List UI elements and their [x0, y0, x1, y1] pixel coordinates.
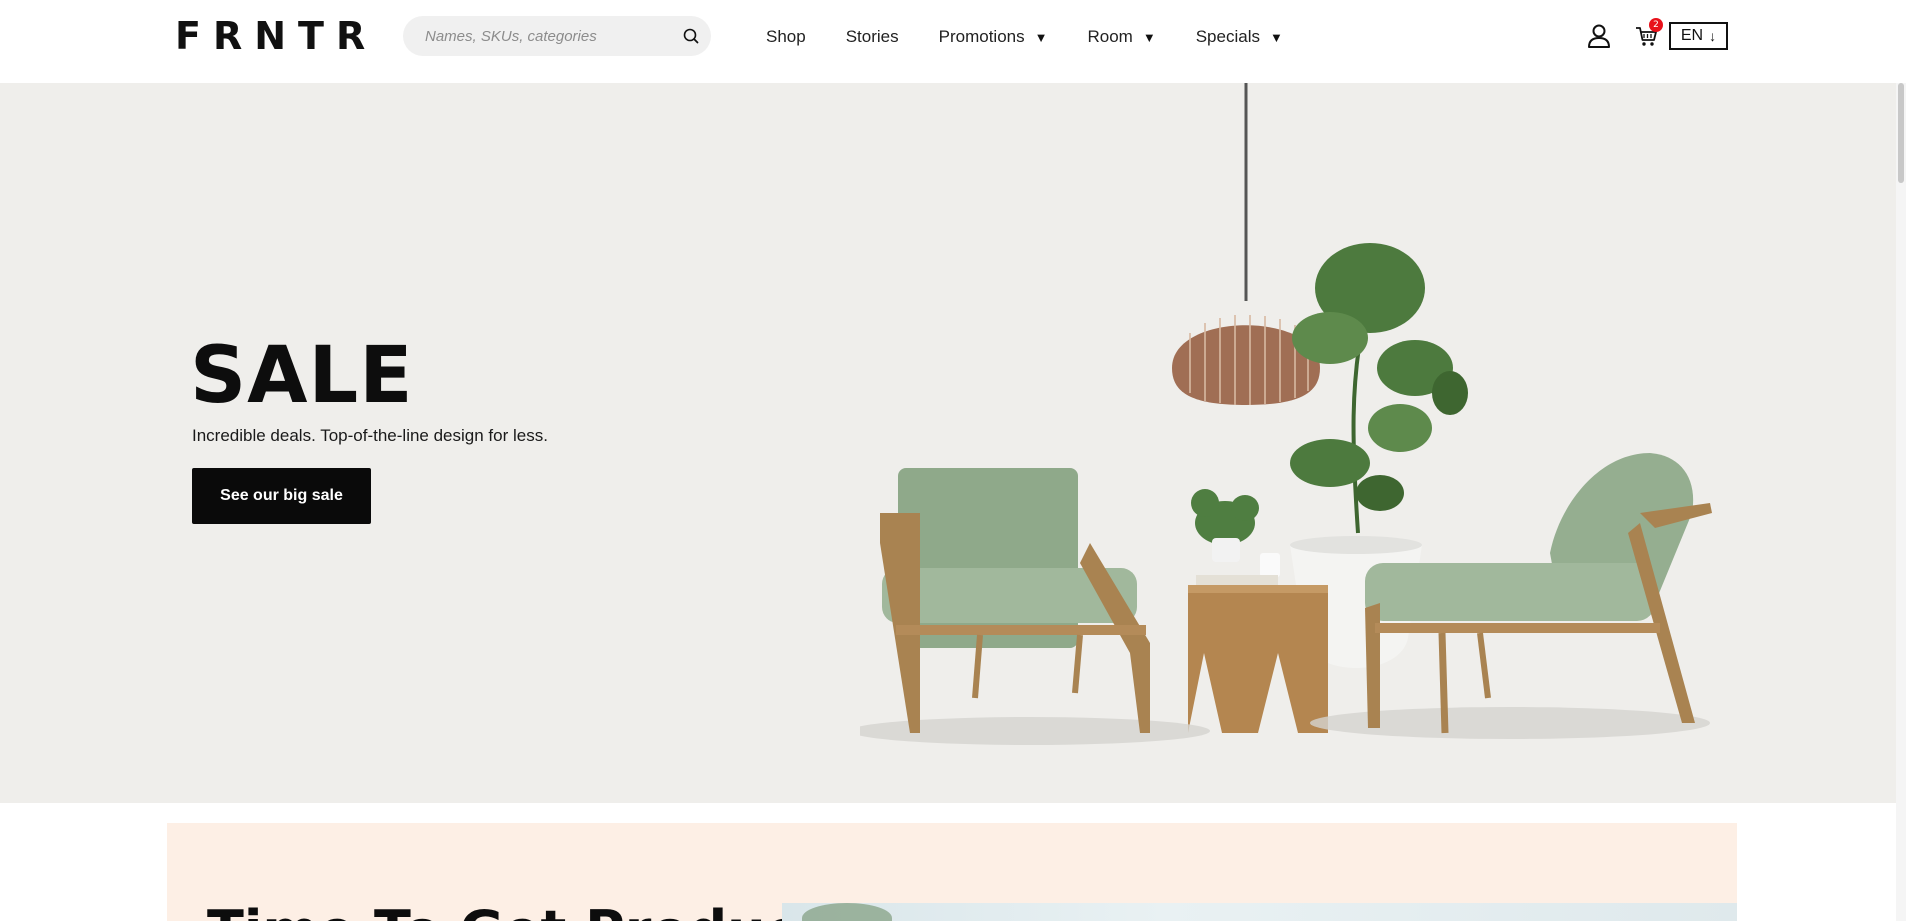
arrow-down-icon: ↓ — [1709, 28, 1717, 44]
hero-subtitle: Incredible deals. Top-of-the-line design… — [192, 426, 548, 445]
language-label: EN — [1680, 27, 1704, 44]
main-nav: Shop Stories Promotions ▼ Room ▼ Specials ▼ — [766, 24, 1323, 50]
search-icon[interactable] — [681, 26, 701, 46]
nav-shop[interactable]: Shop — [766, 27, 806, 47]
sale-cta-button[interactable]: See our big sale — [192, 468, 371, 524]
nav-label: Stories — [845, 27, 899, 46]
promo-image — [782, 903, 1737, 921]
search-input[interactable] — [425, 16, 665, 56]
cart-button[interactable]: 2 — [1633, 18, 1663, 50]
plant-decoration — [802, 903, 892, 921]
scrollbar-thumb[interactable] — [1898, 83, 1904, 183]
nav-label: Shop — [766, 27, 806, 46]
hero-furniture-image — [860, 83, 1712, 745]
page-scrollbar[interactable] — [1896, 83, 1906, 921]
nav-label: Specials — [1195, 27, 1260, 46]
caret-down-icon: ▼ — [1034, 29, 1048, 45]
nav-label: Room — [1087, 27, 1133, 46]
promo-section: Time To Get Productive — [167, 823, 1737, 921]
hero-title: SALE — [190, 331, 414, 421]
user-icon[interactable] — [1587, 23, 1611, 49]
site-header: FRNTR Shop Stories Promotions ▼ Room ▼ Spe… — [0, 0, 1906, 83]
search-bar[interactable] — [403, 16, 711, 56]
nav-room[interactable]: Room ▼ — [1087, 27, 1155, 47]
language-selector[interactable]: EN ↓ — [1669, 22, 1728, 50]
nav-promotions[interactable]: Promotions ▼ — [939, 27, 1048, 47]
hero-banner: SALE Incredible deals. Top-of-the-line d… — [0, 83, 1906, 803]
caret-down-icon: ▼ — [1269, 29, 1283, 45]
nav-specials[interactable]: Specials ▼ — [1196, 27, 1283, 47]
nav-stories[interactable]: Stories — [846, 27, 899, 47]
nav-label: Promotions — [938, 27, 1025, 46]
caret-down-icon: ▼ — [1142, 29, 1156, 45]
brand-logo[interactable]: FRNTR — [175, 16, 377, 56]
cart-count-badge: 2 — [1649, 18, 1663, 32]
